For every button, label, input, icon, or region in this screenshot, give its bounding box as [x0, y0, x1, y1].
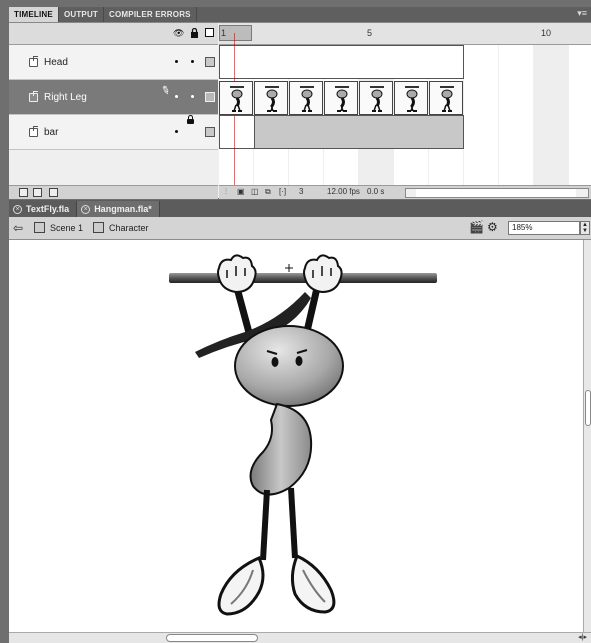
timeline-scrollbar[interactable]	[405, 188, 589, 198]
outline-box[interactable]	[205, 127, 215, 137]
delete-layer-icon[interactable]	[49, 188, 58, 197]
visibility-dot[interactable]	[175, 130, 178, 133]
pencil-icon: ✎	[159, 83, 172, 99]
stage-vertical-scrollbar[interactable]	[583, 240, 591, 632]
keyframe-thumbnail[interactable]	[289, 81, 323, 115]
clapper-icon	[34, 222, 45, 233]
head-frame-span[interactable]	[219, 45, 464, 79]
keyframe-thumbnail[interactable]	[324, 81, 358, 115]
scroll-thumb[interactable]	[416, 189, 576, 197]
ruler-number: 5	[367, 28, 373, 38]
layer-footer	[9, 185, 218, 199]
keyframe-thumbnail[interactable]	[254, 81, 288, 115]
ruler-number: 10	[541, 28, 552, 38]
doc-tab-hangman[interactable]: × Hangman.fla*	[77, 201, 160, 217]
visibility-dot[interactable]	[175, 95, 178, 98]
tab-compiler-errors[interactable]: COMPILER ERRORS	[104, 7, 197, 22]
panel-menu-icon[interactable]: ▾≡	[577, 9, 587, 18]
outline-box[interactable]	[205, 57, 215, 67]
onion-markers-icon[interactable]: [·]	[279, 187, 286, 196]
flash-ide-window: TIMELINE OUTPUT COMPILER ERRORS ▾≡ 👁 Hea…	[0, 0, 591, 643]
layer-header: 👁	[9, 23, 218, 45]
timeline-panel: 👁 Head Right Leg ✎ bar 1 5 10 ⫶ ▣ ◫ ⧉ [·…	[9, 22, 591, 199]
layer-name: Head	[44, 57, 68, 68]
edit-scene-icon[interactable]: 🎬	[469, 220, 484, 234]
frame-ruler[interactable]: 1 5 10	[219, 23, 591, 45]
scene-breadcrumb[interactable]: Scene 1	[50, 223, 83, 233]
layer-icon	[29, 126, 38, 137]
panel-tab-strip: TIMELINE OUTPUT COMPILER ERRORS ▾≡	[9, 7, 591, 22]
close-icon[interactable]: ×	[81, 204, 91, 214]
edit-symbol-icon[interactable]: ⚙	[487, 220, 498, 234]
center-frame-icon[interactable]: ⫶	[225, 187, 227, 197]
frame-marker-column	[534, 45, 569, 185]
layer-row-bar[interactable]: bar	[9, 115, 218, 150]
keyframe-thumbnail[interactable]	[219, 81, 253, 115]
tab-output[interactable]: OUTPUT	[59, 7, 105, 22]
lock-icon[interactable]	[189, 27, 199, 38]
new-layer-icon[interactable]	[19, 188, 28, 197]
current-frame: 3	[299, 187, 304, 196]
zoom-field[interactable]: 185%	[508, 221, 580, 235]
symbol-breadcrumb[interactable]: Character	[109, 223, 149, 233]
zoom-dropdown-icon[interactable]: ▲ ▼	[580, 221, 590, 235]
frame-rate: 12.00 fps	[327, 187, 360, 196]
eye-icon[interactable]: 👁	[173, 28, 184, 38]
layer-row-right-leg[interactable]: Right Leg ✎	[9, 80, 218, 115]
onion-outline-icon[interactable]: ◫	[251, 187, 259, 196]
layer-name: bar	[44, 127, 59, 138]
tab-timeline[interactable]: TIMELINE	[9, 7, 59, 22]
visibility-dot[interactable]	[175, 60, 178, 63]
timeline-status-bar: ⫶ ▣ ◫ ⧉ [·] 3 12.00 fps 0.0 s	[219, 185, 591, 199]
stage-canvas[interactable]	[9, 240, 583, 632]
doc-tab-label: Hangman.fla*	[94, 204, 152, 214]
lock-dot[interactable]	[191, 95, 194, 98]
doc-tab-label: TextFly.fla	[26, 204, 70, 214]
keyframe-thumbnail[interactable]	[394, 81, 428, 115]
doc-tab-textfly[interactable]: × TextFly.fla	[9, 201, 78, 217]
document-tabs: × TextFly.fla × Hangman.fla*	[9, 200, 591, 217]
back-arrow-icon[interactable]: ⇦	[13, 221, 23, 235]
ruler-number: 1	[221, 28, 227, 38]
scroll-thumb[interactable]	[166, 634, 258, 642]
bar-first-frame[interactable]	[219, 115, 255, 149]
close-icon[interactable]: ×	[13, 204, 22, 214]
bar-frame-span[interactable]	[254, 115, 464, 149]
layer-name: Right Leg	[44, 92, 87, 103]
keyframe-thumbnail[interactable]	[359, 81, 393, 115]
layer-row-head[interactable]: Head	[9, 45, 218, 80]
outline-icon[interactable]	[205, 28, 214, 37]
layer-icon	[29, 91, 38, 102]
layer-icon	[29, 56, 38, 67]
lock-dot[interactable]	[191, 60, 194, 63]
hangman-character-art	[169, 254, 437, 616]
elapsed-time: 0.0 s	[367, 187, 385, 196]
edit-bar: ⇦ Scene 1 Character 🎬 ⚙ 185% ▲ ▼	[9, 217, 591, 240]
frames-area[interactable]: 1 5 10	[219, 23, 591, 185]
scroll-thumb[interactable]	[585, 390, 591, 426]
onion-skin-icon[interactable]: ▣	[237, 187, 245, 196]
keyframe-thumbnail[interactable]	[429, 81, 463, 115]
outline-box[interactable]	[205, 92, 215, 102]
symbol-icon	[93, 222, 104, 233]
stage-horizontal-scrollbar[interactable]: ◂|▸	[9, 632, 591, 643]
layer-locked-icon[interactable]	[187, 115, 194, 124]
new-folder-icon[interactable]	[33, 188, 42, 197]
scroll-arrows-icon[interactable]: ◂|▸	[578, 633, 587, 641]
edit-multiple-icon[interactable]: ⧉	[265, 187, 271, 197]
